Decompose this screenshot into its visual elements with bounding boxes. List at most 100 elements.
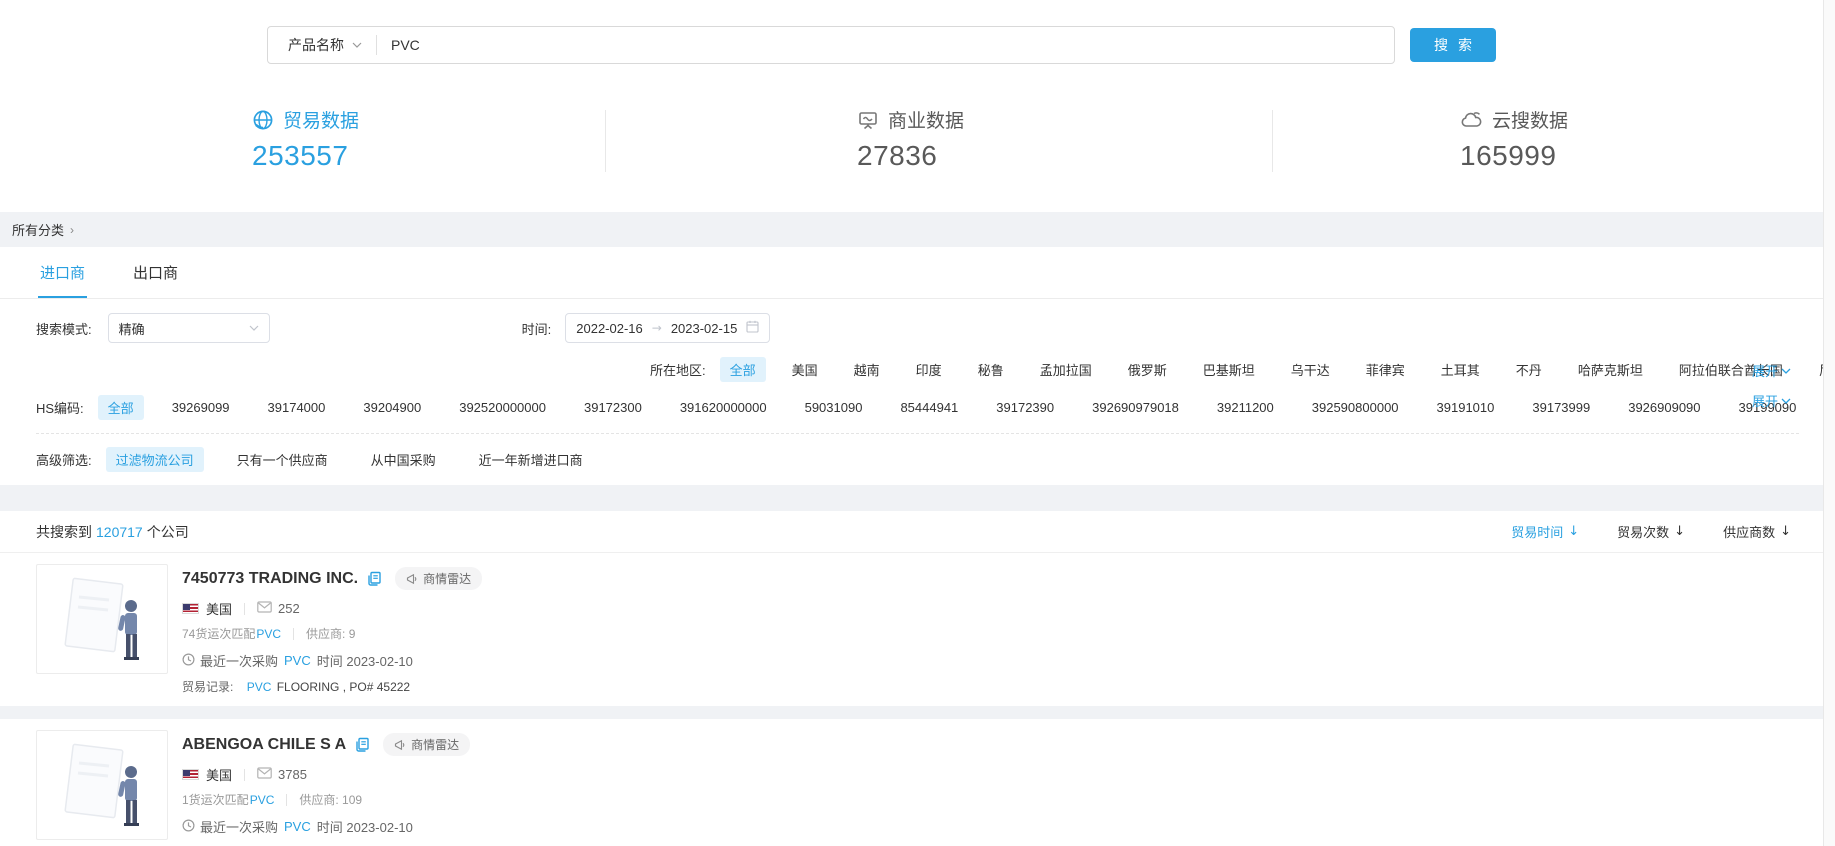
search-mode-select[interactable]: 精确 <box>108 313 270 343</box>
filter-option[interactable]: 59031090 <box>795 397 873 418</box>
filter-option[interactable]: 3926909090 <box>1618 397 1710 418</box>
divider <box>1272 110 1273 172</box>
chevron-right-icon: › <box>70 223 74 237</box>
region-expand-link[interactable]: 展开 <box>1752 361 1791 380</box>
filter-option[interactable]: 85444941 <box>890 397 968 418</box>
hs-expand-link[interactable]: 展开 <box>1752 391 1791 410</box>
filter-option[interactable]: 392590800000 <box>1302 397 1409 418</box>
sort-option[interactable]: 贸易次数 ↓ <box>1617 522 1685 541</box>
filter-option[interactable]: 391620000000 <box>670 397 777 418</box>
search-mode-label: 搜索模式: <box>36 319 92 338</box>
envelope-icon <box>257 601 272 616</box>
filter-option[interactable]: 秘鲁 <box>968 357 1014 382</box>
filter-option[interactable]: 39269099 <box>162 397 240 418</box>
filter-option[interactable]: 只有一个供应商 <box>227 447 338 472</box>
filter-option[interactable]: 乌干达 <box>1281 357 1340 382</box>
company-card: ABENGOA CHILE S A 商情雷达 美国 3785 1货 <box>0 706 1835 846</box>
filter-option[interactable]: 39174000 <box>258 397 336 418</box>
filter-option[interactable]: 近一年新增进口商 <box>469 447 593 472</box>
placeholder-illustration <box>47 573 157 665</box>
supplier-count: 供应商: 109 <box>299 791 362 808</box>
sort-option[interactable]: 贸易时间 ↓ <box>1511 522 1579 541</box>
country-label: 美国 <box>206 599 232 618</box>
filter-option[interactable]: 过滤物流公司 <box>106 447 204 472</box>
contact-count: 3785 <box>278 767 307 782</box>
stat-business-data[interactable]: 商业数据 27836 <box>857 106 964 172</box>
purchase-date: 时间 2023-02-10 <box>317 817 413 836</box>
filter-option[interactable]: 全部 <box>720 357 766 382</box>
breadcrumb-all-categories[interactable]: 所有分类 <box>12 220 64 239</box>
search-input[interactable]: PVC <box>391 37 420 53</box>
stat-value: 27836 <box>857 140 964 172</box>
results-count: 120717 <box>96 524 143 540</box>
company-name[interactable]: 7450773 TRADING INC. <box>182 570 358 588</box>
purchase-keyword: PVC <box>284 653 311 668</box>
time-label: 时间: <box>522 319 552 338</box>
company-thumbnail[interactable] <box>36 730 168 840</box>
radar-badge[interactable]: 商情雷达 <box>395 567 482 590</box>
sort-label: 供应商数 <box>1723 522 1775 541</box>
company-name[interactable]: ABENGOA CHILE S A <box>182 736 346 754</box>
stat-label: 云搜数据 <box>1492 106 1568 133</box>
filter-option[interactable]: 土耳其 <box>1431 357 1490 382</box>
placeholder-illustration <box>47 739 157 831</box>
filter-option[interactable]: 全部 <box>98 395 144 420</box>
supplier-count: 供应商: 9 <box>306 625 355 642</box>
filter-option[interactable]: 39172390 <box>986 397 1064 418</box>
filter-option[interactable]: 39204900 <box>353 397 431 418</box>
copy-document-icon[interactable] <box>355 737 370 752</box>
filter-option[interactable]: 从中国采购 <box>361 447 446 472</box>
country-label: 美国 <box>206 765 232 784</box>
stats-row: 贸易数据 253557 商业数据 27836 云搜数据 165999 <box>0 106 1835 176</box>
copy-document-icon[interactable] <box>367 571 382 586</box>
filter-option[interactable]: 巴基斯坦 <box>1193 357 1265 382</box>
tab-exporters[interactable]: 出口商 <box>131 248 180 298</box>
stat-cloud-search-data[interactable]: 云搜数据 165999 <box>1460 106 1568 172</box>
tab-importers[interactable]: 进口商 <box>38 248 87 298</box>
company-thumbnail[interactable] <box>36 564 168 674</box>
trade-record-keyword: PVC <box>247 680 272 694</box>
search-category-select[interactable]: 产品名称 <box>268 35 376 55</box>
filter-option[interactable]: 392690979018 <box>1082 397 1189 418</box>
badge-label: 商情雷达 <box>411 736 459 753</box>
filter-body: 搜索模式: 精确 时间: 2022-02-16 → 2023-02-15 所在地… <box>0 299 1835 485</box>
search-category-label: 产品名称 <box>288 35 344 55</box>
stat-trade-data[interactable]: 贸易数据 253557 <box>252 106 359 172</box>
company-card: 7450773 TRADING INC. 商情雷达 美国 252 <box>0 553 1835 706</box>
filter-option[interactable]: 39191010 <box>1427 397 1505 418</box>
sort-controls: 贸易时间 ↓ 贸易次数 ↓ 供应商数 ↓ <box>1511 522 1791 541</box>
filter-option[interactable]: 39211200 <box>1207 397 1284 418</box>
calendar-icon <box>746 320 759 336</box>
advanced-filter-options: 过滤物流公司只有一个供应商从中国采购近一年新增进口商 <box>106 447 616 472</box>
match-keyword: PVC <box>250 793 275 807</box>
search-box: 产品名称 PVC <box>267 26 1395 64</box>
filter-option[interactable]: 39173999 <box>1522 397 1600 418</box>
filter-card: 进口商 出口商 搜索模式: 精确 时间: 2022-02-16 → 2023-0… <box>0 247 1835 485</box>
filter-option[interactable]: 哈萨克斯坦 <box>1568 357 1653 382</box>
radar-badge[interactable]: 商情雷达 <box>383 733 470 756</box>
filter-option[interactable]: 印度 <box>906 357 952 382</box>
date-range-picker[interactable]: 2022-02-16 → 2023-02-15 <box>565 313 770 343</box>
vertical-scrollbar[interactable] <box>1823 0 1835 846</box>
arrow-down-icon: ↓ <box>1674 524 1685 539</box>
purchase-text: 最近一次采购 <box>200 817 278 836</box>
filter-option[interactable]: 39172300 <box>574 397 652 418</box>
filter-option[interactable]: 不丹 <box>1506 357 1552 382</box>
filter-option[interactable]: 菲律宾 <box>1356 357 1415 382</box>
search-mode-value: 精确 <box>119 319 145 338</box>
search-button[interactable]: 搜索 <box>1410 28 1496 62</box>
purchase-keyword: PVC <box>284 819 311 834</box>
match-keyword: PVC <box>256 627 281 641</box>
presentation-chart-icon <box>857 109 879 131</box>
filter-option[interactable]: 越南 <box>844 357 890 382</box>
filter-option[interactable]: 美国 <box>782 357 828 382</box>
divider <box>376 35 377 55</box>
chevron-down-icon <box>1781 368 1791 374</box>
badge-label: 商情雷达 <box>423 570 471 587</box>
filter-option[interactable]: 392520000000 <box>449 397 556 418</box>
sort-option[interactable]: 供应商数 ↓ <box>1723 522 1791 541</box>
filter-option[interactable]: 孟加拉国 <box>1030 357 1102 382</box>
filter-option[interactable]: 俄罗斯 <box>1118 357 1177 382</box>
cloud-icon <box>1460 109 1483 131</box>
megaphone-icon <box>394 739 406 751</box>
